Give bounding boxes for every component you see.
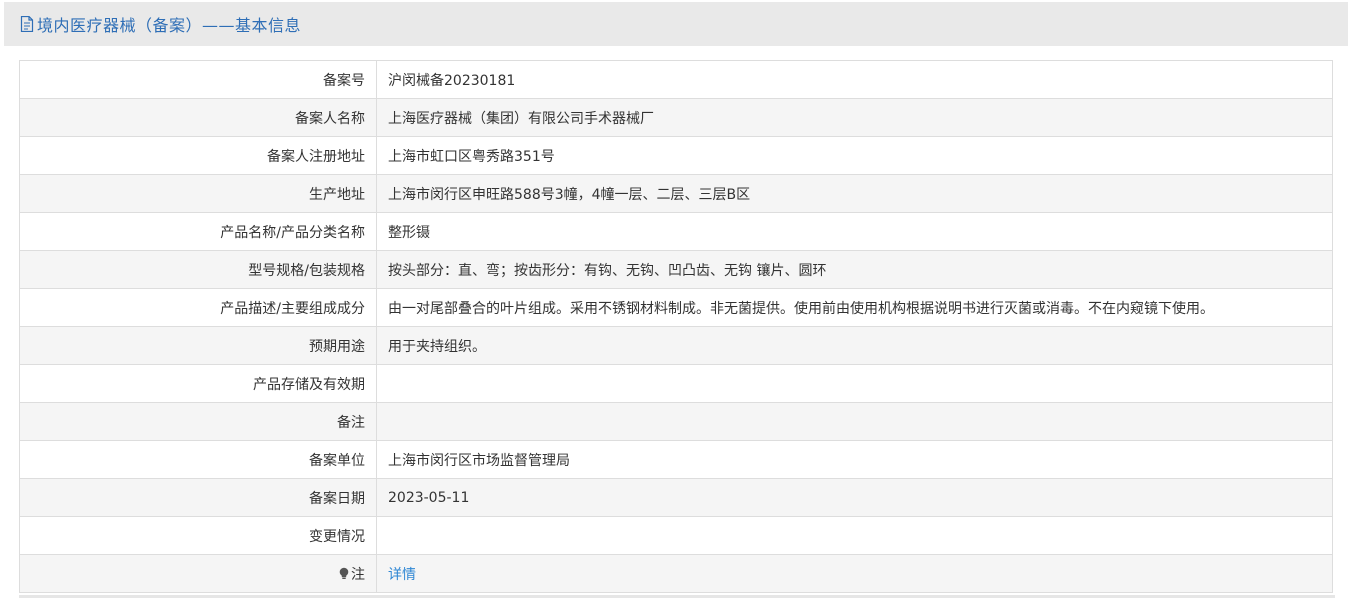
row-label: 备案号	[19, 60, 377, 99]
row-label: 产品存储及有效期	[19, 364, 377, 403]
row-value: 上海市虹口区粤秀路351号	[376, 136, 1333, 175]
row-value: 按头部分：直、弯；按齿形分：有钩、无钩、凹凸齿、无钩 镶片、圆环	[376, 250, 1333, 289]
page-header: 境内医疗器械（备案）——基本信息	[4, 2, 1348, 46]
row-value: 用于夹持组织。	[376, 326, 1333, 365]
row-value: 整形镊	[376, 212, 1333, 251]
table-row: 产品名称/产品分类名称 整形镊	[19, 212, 1333, 251]
document-icon	[20, 15, 34, 33]
row-value: 上海医疗器械（集团）有限公司手术器械厂	[376, 98, 1333, 137]
row-value	[376, 402, 1333, 441]
page-title: 境内医疗器械（备案）——基本信息	[37, 16, 302, 35]
note-label: 注	[351, 566, 365, 583]
row-label: 预期用途	[19, 326, 377, 365]
lightbulb-icon	[338, 567, 350, 580]
note-value-cell: 详情	[376, 554, 1333, 593]
row-value: 上海市闵行区市场监督管理局	[376, 440, 1333, 479]
row-value: 2023-05-11	[376, 478, 1333, 517]
info-table: 备案号 沪闵械备20230181 备案人名称 上海医疗器械（集团）有限公司手术器…	[19, 60, 1333, 593]
details-link[interactable]: 详情	[388, 567, 416, 583]
row-label: 产品描述/主要组成成分	[19, 288, 377, 327]
table-row: 备注	[19, 402, 1333, 441]
table-row: 备案人注册地址 上海市虹口区粤秀路351号	[19, 136, 1333, 175]
table-row: 备案人名称 上海医疗器械（集团）有限公司手术器械厂	[19, 98, 1333, 137]
row-label: 生产地址	[19, 174, 377, 213]
row-value: 沪闵械备20230181	[376, 60, 1333, 99]
row-label: 产品名称/产品分类名称	[19, 212, 377, 251]
note-row: 注 详情	[19, 554, 1333, 593]
row-value	[376, 516, 1333, 555]
table-row: 生产地址 上海市闵行区申旺路588号3幢，4幢一层、二层、三层B区	[19, 174, 1333, 213]
row-label: 型号规格/包装规格	[19, 250, 377, 289]
row-value	[376, 364, 1333, 403]
table-row: 产品存储及有效期	[19, 364, 1333, 403]
note-label-cell: 注	[19, 554, 377, 593]
row-value: 上海市闵行区申旺路588号3幢，4幢一层、二层、三层B区	[376, 174, 1333, 213]
table-row: 变更情况	[19, 516, 1333, 555]
table-row: 预期用途 用于夹持组织。	[19, 326, 1333, 365]
table-row: 备案号 沪闵械备20230181	[19, 60, 1333, 99]
row-value: 由一对尾部叠合的叶片组成。采用不锈钢材料制成。非无菌提供。使用前由使用机构根据说…	[376, 288, 1333, 327]
row-label: 备案日期	[19, 478, 377, 517]
row-label: 备案人名称	[19, 98, 377, 137]
table-row: 备案单位 上海市闵行区市场监督管理局	[19, 440, 1333, 479]
table-row: 型号规格/包装规格 按头部分：直、弯；按齿形分：有钩、无钩、凹凸齿、无钩 镶片、…	[19, 250, 1333, 289]
table-bottom-divider	[19, 595, 1335, 598]
row-label: 备案人注册地址	[19, 136, 377, 175]
row-label: 备注	[19, 402, 377, 441]
row-label: 备案单位	[19, 440, 377, 479]
table-row: 产品描述/主要组成成分 由一对尾部叠合的叶片组成。采用不锈钢材料制成。非无菌提供…	[19, 288, 1333, 327]
row-label: 变更情况	[19, 516, 377, 555]
table-row: 备案日期 2023-05-11	[19, 478, 1333, 517]
